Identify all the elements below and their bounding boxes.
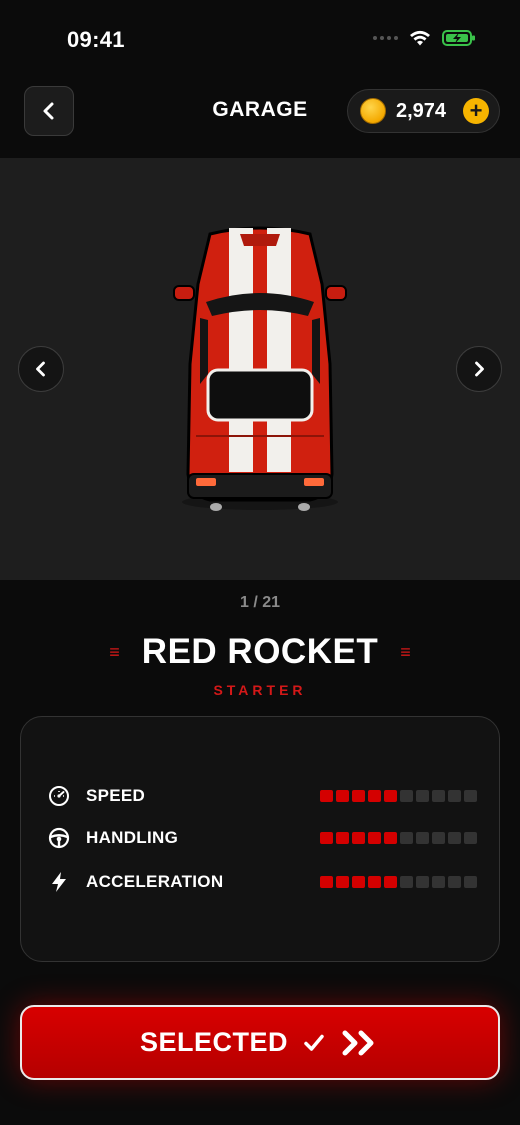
stats-card: SPEED HANDLING ACCELERATION [20, 716, 500, 962]
checkmark-icon [304, 1034, 324, 1051]
stat-bar-handling [320, 832, 477, 844]
cellular-signal-icon [373, 36, 398, 40]
stat-bar-segment [416, 876, 429, 888]
stat-bar-segment [368, 832, 381, 844]
coin-count: 2,974 [396, 99, 447, 122]
decor-right-icon: ≡ [400, 642, 411, 662]
stat-row-acceleration: ACCELERATION [47, 869, 477, 895]
stat-bar-segment [368, 790, 381, 802]
stat-bar-segment [448, 790, 461, 802]
top-nav: GARAGE 2,974 + [0, 84, 520, 140]
stat-bar-segment [384, 876, 397, 888]
stat-bar-segment [320, 832, 333, 844]
stat-bar-segment [416, 790, 429, 802]
select-button-label: SELECTED [139, 1027, 289, 1057]
stat-bar-segment [400, 790, 413, 802]
stat-bar-segment [464, 790, 477, 802]
stat-bar-segment [352, 832, 365, 844]
stat-bar-segment [416, 832, 429, 844]
stat-bar-segment [400, 876, 413, 888]
car-name-row: ≡ RED ROCKET ≡ [0, 632, 520, 672]
add-coins-button[interactable]: + [463, 98, 489, 124]
next-car-button[interactable] [456, 346, 502, 392]
stat-bar-segment [384, 790, 397, 802]
stat-bar-segment [336, 876, 349, 888]
car-tier: STARTER [213, 682, 307, 698]
chevron-left-icon [36, 361, 45, 377]
previous-car-button[interactable] [18, 346, 64, 392]
stat-bar-segment [352, 876, 365, 888]
status-icons [373, 29, 476, 47]
wifi-icon [410, 30, 430, 46]
stat-bar-segment [320, 790, 333, 802]
stat-bar-speed [320, 790, 477, 802]
stat-bar-segment [336, 790, 349, 802]
stat-bar-segment [448, 832, 461, 844]
stat-row-handling: HANDLING [47, 825, 477, 851]
stat-bar-segment [320, 876, 333, 888]
chevron-right-icon [475, 361, 484, 377]
stat-bar-segment [368, 876, 381, 888]
stat-bar-segment [384, 832, 397, 844]
car-counter: 1 / 21 [239, 594, 281, 611]
double-chevron-right-icon [342, 1030, 374, 1055]
car-image [173, 226, 347, 511]
battery-charging-icon [442, 30, 475, 46]
stat-label: HANDLING [86, 828, 179, 847]
decor-left-icon: ≡ [109, 642, 120, 662]
car-name: RED ROCKET [141, 632, 379, 671]
selected-button[interactable]: SELECTED [20, 1005, 500, 1080]
status-bar: 09:41 [0, 0, 520, 78]
stat-bar-segment [464, 832, 477, 844]
car-showcase [0, 158, 520, 580]
stat-row-speed: SPEED [47, 783, 477, 809]
stat-bar-segment [432, 832, 445, 844]
stat-label: ACCELERATION [86, 872, 224, 891]
stat-label: SPEED [86, 786, 146, 805]
lightning-icon [47, 870, 71, 894]
steering-wheel-icon [47, 826, 71, 850]
stat-bar-acceleration [320, 876, 477, 888]
stat-bar-segment [432, 790, 445, 802]
stat-bar-segment [400, 832, 413, 844]
stat-bar-segment [464, 876, 477, 888]
status-time: 09:41 [67, 27, 125, 52]
speedometer-icon [47, 784, 71, 808]
select-button-wrap: SELECTED [20, 1005, 500, 1080]
stat-bar-segment [352, 790, 365, 802]
coin-icon [360, 98, 386, 124]
stat-bar-segment [432, 876, 445, 888]
coin-balance: 2,974 + [347, 89, 500, 133]
stat-bar-segment [448, 876, 461, 888]
stat-bar-segment [336, 832, 349, 844]
